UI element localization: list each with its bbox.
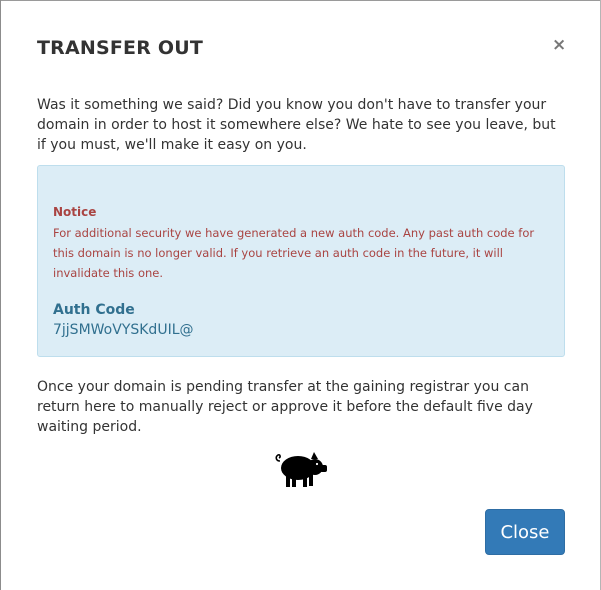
notice-label: Notice xyxy=(53,205,97,219)
transfer-out-modal: TRANSFER OUT × Was it something we said?… xyxy=(1,1,600,590)
close-icon[interactable]: × xyxy=(552,35,566,55)
auth-code-label: Auth Code xyxy=(53,302,135,318)
auth-code-value[interactable]: 7jjSMWoVYSKdUIL@ xyxy=(53,322,194,338)
outro-text: Once your domain is pending transfer at … xyxy=(37,379,533,435)
modal-title: TRANSFER OUT xyxy=(37,37,204,59)
notice-text: For additional security we have generate… xyxy=(53,226,535,280)
intro-text: Was it something we said? Did you know y… xyxy=(37,97,556,153)
pig-icon xyxy=(275,452,327,487)
close-button[interactable]: Close xyxy=(485,509,565,555)
auth-code-panel: Notice For additional security we have g… xyxy=(37,165,565,357)
